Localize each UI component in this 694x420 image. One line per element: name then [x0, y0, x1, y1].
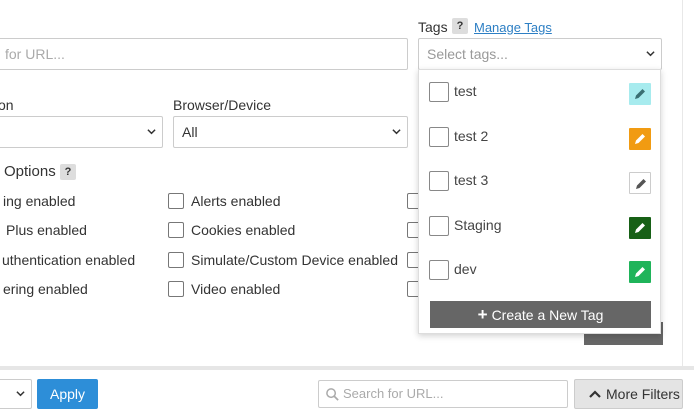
- location-label: on: [0, 97, 14, 113]
- search-icon: [326, 388, 339, 401]
- apply-button[interactable]: Apply: [37, 379, 98, 409]
- options-help-icon[interactable]: ?: [60, 164, 76, 180]
- simulate-device-checkbox[interactable]: [168, 252, 184, 268]
- tag-color-swatch[interactable]: [629, 83, 651, 105]
- url-search-bottom-input[interactable]: Search for URL...: [318, 380, 568, 408]
- tag-checkbox[interactable]: [429, 127, 449, 147]
- pencil-icon: [635, 267, 645, 277]
- option-label: ering enabled: [3, 281, 88, 297]
- browser-device-label: Browser/Device: [173, 97, 272, 113]
- browser-device-select[interactable]: All: [173, 116, 408, 148]
- tag-item[interactable]: test 3: [419, 159, 662, 203]
- chevron-down-icon: [147, 129, 156, 135]
- url-search-placeholder: for URL...: [5, 46, 65, 62]
- tags-select[interactable]: Select tags...: [418, 38, 662, 70]
- pencil-icon: [635, 223, 645, 233]
- create-tag-button[interactable]: + Create a New Tag: [430, 301, 651, 328]
- tag-item[interactable]: test 2: [419, 115, 662, 159]
- more-filters-button[interactable]: More Filters: [574, 379, 683, 409]
- filters-panel: Tags ? Manage Tags for URL... Select tag…: [0, 0, 683, 366]
- option-label: Cookies enabled: [191, 222, 296, 238]
- browser-device-value: All: [182, 124, 198, 140]
- option-label: uthentication enabled: [2, 252, 136, 268]
- tag-color-swatch[interactable]: [629, 128, 651, 150]
- pencil-icon: [635, 134, 645, 144]
- manage-tags-link[interactable]: Manage Tags: [474, 20, 552, 35]
- tag-checkbox[interactable]: [429, 171, 449, 191]
- more-filters-label: More Filters: [606, 386, 680, 402]
- option-label: Video enabled: [191, 281, 281, 297]
- option-label: ing enabled: [3, 193, 76, 209]
- chevron-down-icon: [392, 129, 401, 135]
- tag-label: test 3: [454, 172, 489, 188]
- option-label: Alerts enabled: [191, 193, 281, 209]
- tags-dropdown: test test 2 test 3 Staging dev + Create a…: [418, 69, 661, 334]
- cookies-checkbox[interactable]: [168, 222, 184, 238]
- create-tag-label: Create a New Tag: [491, 307, 604, 323]
- location-select[interactable]: [0, 116, 163, 148]
- option-label: Plus enabled: [6, 222, 87, 238]
- tag-item[interactable]: test: [419, 70, 662, 114]
- tags-help-icon[interactable]: ?: [452, 18, 468, 34]
- tag-label: Staging: [454, 217, 502, 233]
- tag-checkbox[interactable]: [429, 216, 449, 236]
- pencil-icon: [636, 179, 646, 189]
- search-placeholder: Search for URL...: [343, 386, 444, 401]
- url-search-input[interactable]: for URL...: [0, 38, 408, 70]
- pencil-icon: [635, 89, 645, 99]
- tag-label: dev: [454, 261, 477, 277]
- tag-label: test 2: [454, 128, 489, 144]
- tag-color-swatch[interactable]: [629, 261, 651, 283]
- tag-color-swatch[interactable]: [629, 172, 651, 194]
- option-label: Simulate/Custom Device enabled: [191, 252, 398, 268]
- video-checkbox[interactable]: [168, 281, 184, 297]
- alerts-checkbox[interactable]: [168, 193, 184, 209]
- tag-item[interactable]: dev: [419, 248, 662, 292]
- chevron-down-icon: [646, 51, 655, 57]
- plus-icon: +: [477, 305, 488, 324]
- chevron-down-icon: [16, 391, 25, 397]
- bulk-action-select[interactable]: [0, 379, 32, 409]
- options-title: Options: [4, 163, 56, 180]
- tags-label: Tags: [418, 19, 448, 35]
- tag-checkbox[interactable]: [429, 260, 449, 280]
- tag-color-swatch[interactable]: [629, 217, 651, 239]
- chevron-up-icon: [589, 390, 601, 398]
- tags-select-placeholder: Select tags...: [427, 46, 508, 62]
- tag-label: test: [454, 83, 477, 99]
- tag-item[interactable]: Staging: [419, 204, 662, 248]
- tag-checkbox[interactable]: [429, 82, 449, 102]
